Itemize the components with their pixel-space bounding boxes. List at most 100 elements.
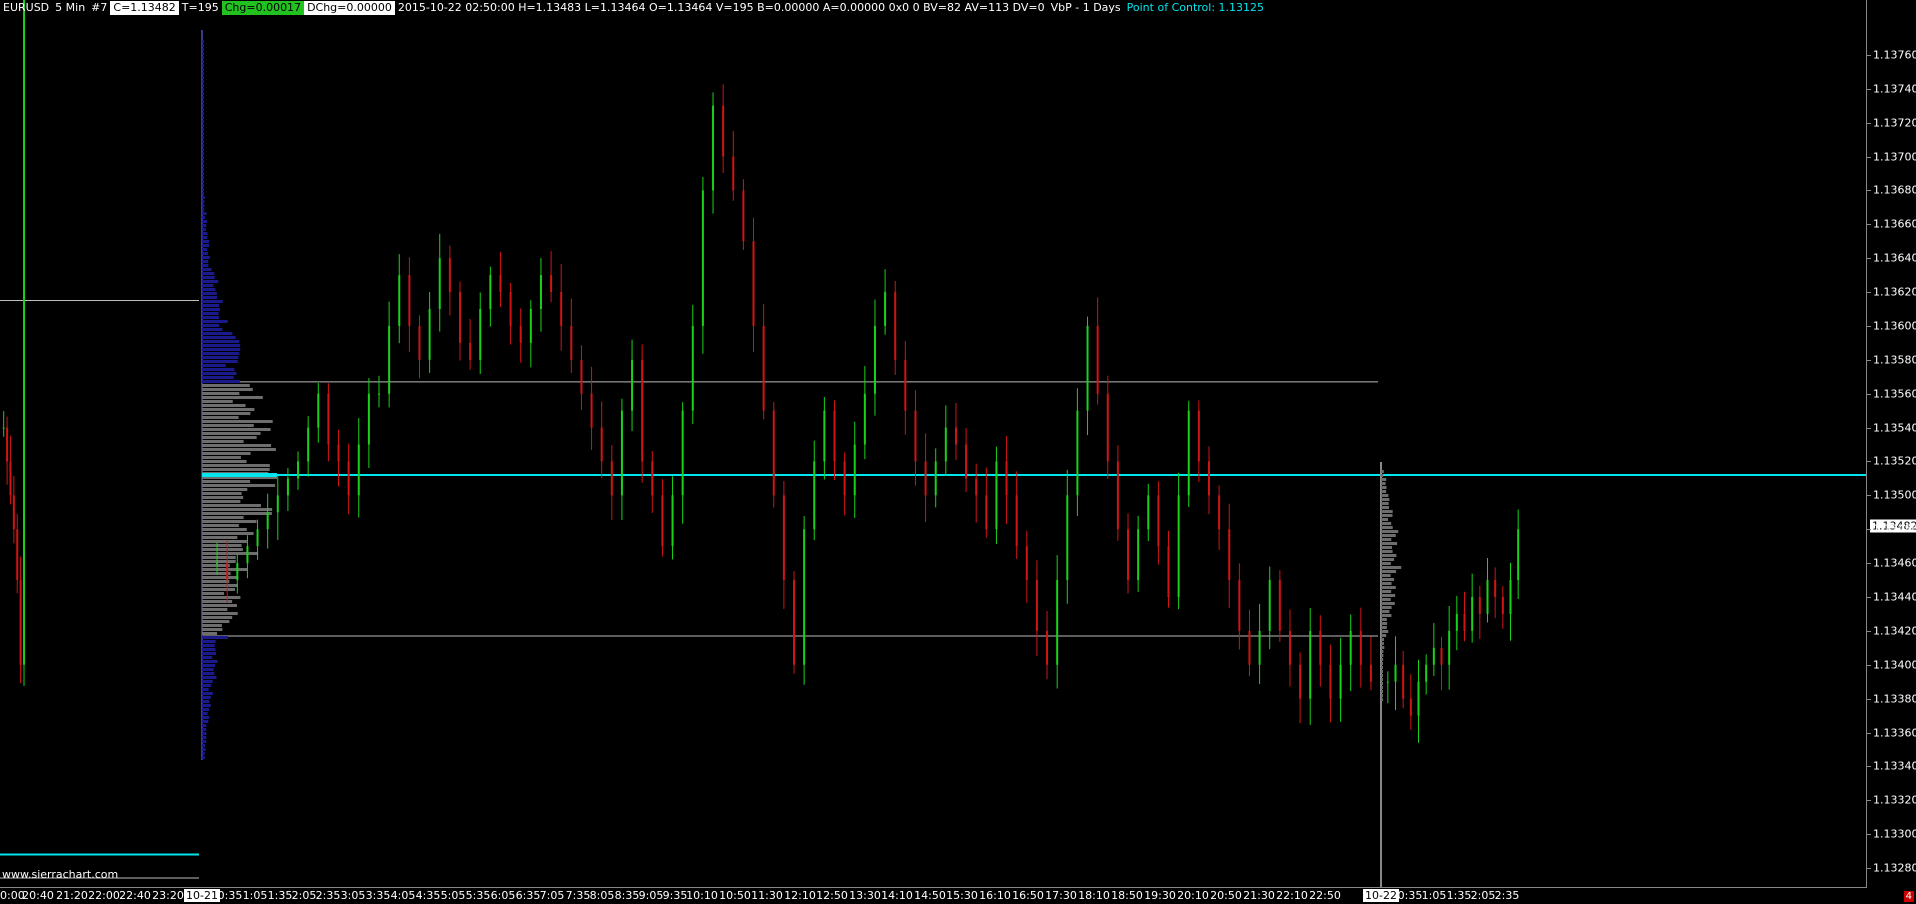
alert-count-badge[interactable]: 4 <box>1903 891 1914 902</box>
price-tick <box>1867 698 1871 700</box>
volume-profile-bar <box>202 292 217 295</box>
trades-value: T=195 <box>181 1 219 14</box>
time-axis[interactable]: 0:00 20:40 21:20 22:00 22:40 23:20 10-21 0:35 1:… <box>0 887 1866 904</box>
volume-profile-bar <box>202 288 216 291</box>
candle-body <box>1425 664 1428 682</box>
candle-body <box>307 427 310 462</box>
candle-body <box>23 0 26 665</box>
time-label: 6:35 <box>515 889 541 902</box>
time-label: 22:10 <box>1276 889 1308 902</box>
time-label: 12:50 <box>816 889 848 902</box>
price-chart[interactable] <box>0 0 1866 887</box>
current-profile-bar <box>1381 566 1402 569</box>
time-label: 11:30 <box>751 889 783 902</box>
candle-body <box>499 275 502 293</box>
volume-profile-bar <box>202 480 251 483</box>
volume-profile-bar <box>202 420 273 423</box>
price-label: 1.13660 <box>1873 217 1916 231</box>
candle-body <box>813 461 816 530</box>
candle-body <box>803 529 806 665</box>
candle-body <box>1448 630 1451 665</box>
candle-body <box>1086 325 1089 411</box>
volume-profile-bar <box>202 424 254 427</box>
volume-profile-bar <box>202 376 234 379</box>
price-tick <box>1867 800 1871 802</box>
volume-profile-bar <box>202 360 238 363</box>
price-axis[interactable]: 1.13482 1.13760 1.13740 1.13720 1.13700 1.13… <box>1866 0 1916 888</box>
price-label: 1.13340 <box>1873 759 1916 773</box>
candle-body <box>216 563 219 565</box>
volume-profile-bar <box>202 140 204 143</box>
volume-profile-bar <box>202 60 204 63</box>
candle-body <box>1066 495 1069 581</box>
volume-profile-bar <box>202 452 251 455</box>
price-label: 1.13280 <box>1873 861 1916 875</box>
symbol-label[interactable]: EURUSD <box>0 1 52 15</box>
volume-profile-bar <box>202 528 247 531</box>
volume-profile-bar <box>202 548 243 551</box>
time-label: 21:30 <box>1243 889 1275 902</box>
price-tick <box>1867 258 1871 260</box>
daily-change-value: DChg=0.00000 <box>304 1 395 15</box>
time-label: 8:35 <box>614 889 640 902</box>
volume-profile-bar <box>202 508 273 511</box>
volume-profile-bar <box>202 604 237 607</box>
volume-profile-bar <box>202 748 206 751</box>
current-profile-bar <box>1381 490 1387 493</box>
time-label: 21:20 <box>56 889 88 902</box>
time-label: 19:30 <box>1144 889 1176 902</box>
volume-profile-bar <box>202 368 235 371</box>
time-label: 22:40 <box>119 889 151 902</box>
volume-profile-bar <box>202 320 228 323</box>
current-profile-bar <box>1381 598 1391 601</box>
time-label: 16:50 <box>1012 889 1044 902</box>
time-label: 13:30 <box>849 889 881 902</box>
price-tick <box>1867 224 1871 226</box>
price-label: 1.13440 <box>1873 590 1916 604</box>
volume-profile-bar <box>202 268 212 271</box>
candle-body <box>712 105 715 191</box>
study-name[interactable]: VbP - 1 Days <box>1048 1 1124 15</box>
volume-profile-bar <box>202 728 207 731</box>
volume-profile-bar <box>202 260 209 263</box>
current-profile-bar <box>1381 530 1399 533</box>
candle-body <box>256 529 259 547</box>
candle-body <box>16 529 19 581</box>
price-label: 1.13400 <box>1873 658 1916 672</box>
price-label: 1.13760 <box>1873 48 1916 62</box>
price-tick <box>1867 122 1871 124</box>
volume-profile-bar <box>202 148 204 151</box>
current-profile-bar <box>1381 638 1385 641</box>
volume-profile-bar <box>202 384 250 387</box>
price-label: 1.13700 <box>1873 150 1916 164</box>
volume-profile-bar <box>202 712 208 715</box>
volume-profile-bar <box>202 504 261 507</box>
current-profile-bar <box>1381 590 1392 593</box>
candle-body <box>863 393 866 445</box>
volume-profile-bar <box>202 456 241 459</box>
candle-body <box>226 563 229 581</box>
candle-body <box>357 444 360 496</box>
volume-profile-bar <box>202 284 214 287</box>
volume-profile-bar <box>202 552 259 555</box>
candle-body <box>1228 529 1231 581</box>
volume-profile-bar <box>202 104 204 107</box>
price-tick <box>1867 190 1871 192</box>
volume-profile-bar <box>202 540 247 543</box>
candle-body <box>367 393 370 445</box>
interval-label[interactable]: 5 Min <box>52 1 88 15</box>
candle-body <box>1339 664 1342 699</box>
time-label: 2:35 <box>1494 889 1520 902</box>
volume-profile-bar <box>202 688 209 691</box>
current-profile-bar <box>1381 582 1392 585</box>
price-label: 1.13360 <box>1873 726 1916 740</box>
volume-profile-bar <box>202 532 254 535</box>
time-label: 0:35 <box>1397 889 1423 902</box>
price-tick <box>1867 664 1871 666</box>
volume-profile-bar <box>202 216 206 219</box>
volume-profile-bar <box>202 172 204 175</box>
volume-profile-bar <box>202 316 220 319</box>
time-label: 10:50 <box>719 889 751 902</box>
current-profile-bar <box>1381 586 1396 589</box>
volume-profile-bar <box>202 256 210 259</box>
